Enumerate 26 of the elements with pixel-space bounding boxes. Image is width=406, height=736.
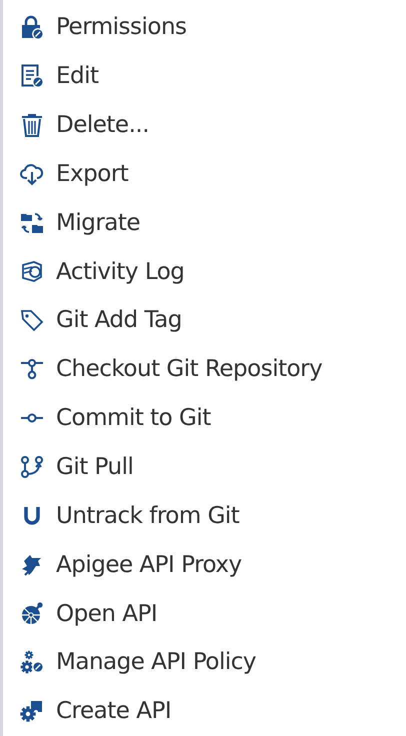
cloud-download-icon [20,162,44,186]
document-edit-icon [20,64,44,88]
api-wheel-icon [20,602,44,626]
menu-item[interactable]: Open API [56,600,158,627]
menu-item[interactable]: Git Add Tag [56,307,182,334]
menu-item[interactable]: Create API [56,698,172,724]
menu-item[interactable]: Git Pull [56,454,134,480]
menu-item[interactable]: Commit to Git [56,405,211,432]
tag-icon [20,308,44,332]
menu-item[interactable]: Export [56,160,128,187]
trash-icon [20,113,44,138]
git-pull-icon [20,455,44,480]
menu-item[interactable]: Manage API Policy [56,649,256,676]
gear-puzzle-icon [20,699,44,724]
menu-item[interactable]: Checkout Git Repository [56,356,322,382]
menu-item[interactable]: Edit [56,63,99,90]
menu-item[interactable]: Permissions [56,14,187,40]
git-checkout-icon [20,357,44,382]
menu-item[interactable]: Activity Log [56,258,184,285]
lock-icon [20,15,44,40]
menu-item[interactable]: Untrack from Git [56,502,240,529]
menu-item[interactable]: Delete... [56,112,150,138]
menu-item[interactable]: Apigee API Proxy [56,552,242,578]
gears-edit-icon [20,650,44,674]
menu-item[interactable]: Migrate [56,210,140,236]
folders-arrows-icon [20,210,44,235]
